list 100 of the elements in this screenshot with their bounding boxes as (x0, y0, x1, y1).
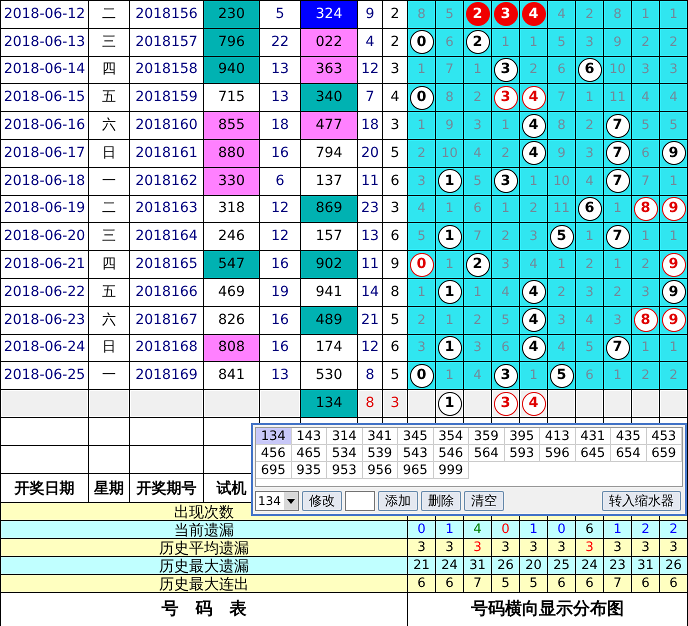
drawn-cell: 794 (300, 139, 358, 168)
stat-value: 6 (445, 576, 454, 591)
miss-count: 6 (501, 340, 510, 356)
table-cell: 一 (102, 172, 116, 189)
table-cell: 2 (390, 34, 400, 50)
miss-count: 5 (585, 340, 594, 356)
stat-value: 3 (529, 540, 538, 555)
miss-count: 1 (417, 118, 426, 134)
number-item[interactable]: 395 (504, 428, 540, 445)
miss-count: 8 (445, 90, 454, 106)
edit-button[interactable]: 修改 (302, 491, 342, 511)
table-cell: 12 (271, 228, 289, 244)
stat-value: 3 (445, 540, 454, 555)
miss-count: 3 (557, 312, 566, 328)
miss-count: 7 (445, 62, 454, 78)
miss-count: 9 (613, 34, 622, 50)
number-item[interactable]: 435 (611, 428, 646, 445)
add-button[interactable]: 添加 (378, 491, 418, 511)
table-cell: 21 (361, 312, 379, 328)
number-item[interactable]: 659 (646, 445, 682, 462)
number-item[interactable]: 593 (504, 445, 540, 462)
clear-button[interactable]: 清空 (464, 491, 504, 511)
miss-count: 1 (641, 6, 650, 22)
miss-count: 6 (445, 34, 454, 50)
number-item[interactable]: 359 (469, 428, 504, 445)
stat-value: 3 (613, 540, 622, 555)
number-item[interactable]: 539 (362, 445, 398, 462)
number-item[interactable]: 456 (256, 445, 292, 462)
table-cell: 2018-06-20 (4, 228, 86, 244)
number-input[interactable] (345, 491, 375, 511)
drawn-cell: 340 (300, 84, 358, 112)
trial-cell: 715 (204, 84, 260, 112)
number-item[interactable]: 695 (256, 462, 292, 479)
miss-count: 1 (445, 312, 454, 328)
miss-count: 2 (417, 146, 426, 161)
delete-button[interactable]: 删除 (421, 491, 461, 511)
table-cell: 8 (390, 284, 400, 300)
number-item[interactable]: 453 (646, 428, 682, 445)
stat-value: 5 (501, 576, 510, 591)
number-dropdown[interactable]: 134 (255, 491, 299, 511)
table-cell: 16 (271, 144, 289, 161)
miss-count: 8 (557, 118, 566, 134)
number-item[interactable]: 543 (398, 445, 434, 462)
number-item[interactable]: 431 (576, 428, 611, 445)
row-label: 历史平均遗漏 (159, 538, 249, 557)
miss-count: 5 (641, 118, 650, 134)
stat-value: 3 (585, 540, 594, 555)
drawn-cell: 530 (300, 362, 358, 390)
row-label: 出现次数 (174, 502, 234, 521)
number-item[interactable]: 546 (434, 445, 469, 462)
number-item[interactable]: 345 (398, 428, 434, 445)
table-cell: 13 (271, 61, 289, 78)
row-label: 历史最大连出 (159, 574, 249, 593)
number-item[interactable]: 534 (327, 445, 362, 462)
stat-value: 25 (553, 558, 570, 573)
stat-value: 24 (581, 558, 598, 573)
number-item[interactable]: 953 (327, 462, 362, 479)
stat-value: 7 (473, 576, 482, 591)
table-cell: 五 (102, 284, 116, 300)
number-item[interactable]: 314 (327, 428, 362, 445)
number-item[interactable]: 143 (292, 428, 327, 445)
number-item[interactable]: 341 (362, 428, 398, 445)
number-item[interactable]: 956 (362, 462, 398, 479)
table-cell: 2018166 (135, 284, 198, 300)
number-item[interactable]: 413 (540, 428, 576, 445)
table-cell: 2018165 (135, 256, 198, 272)
table-cell: 一 (102, 367, 116, 384)
number-item[interactable]: 354 (434, 428, 469, 445)
number-item[interactable]: 935 (292, 462, 327, 479)
trial-cell: 796 (204, 28, 260, 56)
table-cell: 5 (276, 6, 284, 22)
miss-count: 4 (473, 368, 482, 384)
table-cell: 8 (366, 395, 374, 412)
stat-value: 3 (501, 540, 510, 555)
miss-count: 7 (557, 90, 566, 106)
trial-cell: 826 (204, 306, 260, 334)
transfer-button[interactable]: 转入缩水器 (602, 491, 681, 511)
table-cell: 2018-06-21 (4, 256, 86, 272)
miss-count: 1 (557, 257, 566, 272)
miss-count: 5 (417, 229, 426, 244)
miss-count: 1 (613, 201, 622, 216)
table-cell: 23 (361, 200, 379, 216)
miss-count: 1 (445, 201, 454, 216)
table-cell: 19 (271, 284, 289, 300)
number-item[interactable]: 134 (256, 428, 292, 445)
table-cell: 4 (390, 89, 400, 106)
miss-count: 10 (441, 146, 458, 161)
number-item[interactable]: 465 (292, 445, 327, 462)
miss-count: 4 (557, 340, 566, 356)
number-item[interactable]: 999 (434, 462, 469, 479)
number-item[interactable]: 596 (540, 445, 576, 462)
number-item[interactable]: 645 (576, 445, 611, 462)
number-item[interactable]: 965 (398, 462, 434, 479)
number-item[interactable]: 564 (469, 445, 504, 462)
miss-count: 1 (473, 284, 482, 300)
number-item[interactable]: 654 (611, 445, 646, 462)
table-cell: 5 (390, 312, 400, 328)
stat-value: 3 (669, 540, 678, 555)
stat-value: 1 (613, 522, 622, 537)
trial-cell: 547 (204, 250, 260, 278)
